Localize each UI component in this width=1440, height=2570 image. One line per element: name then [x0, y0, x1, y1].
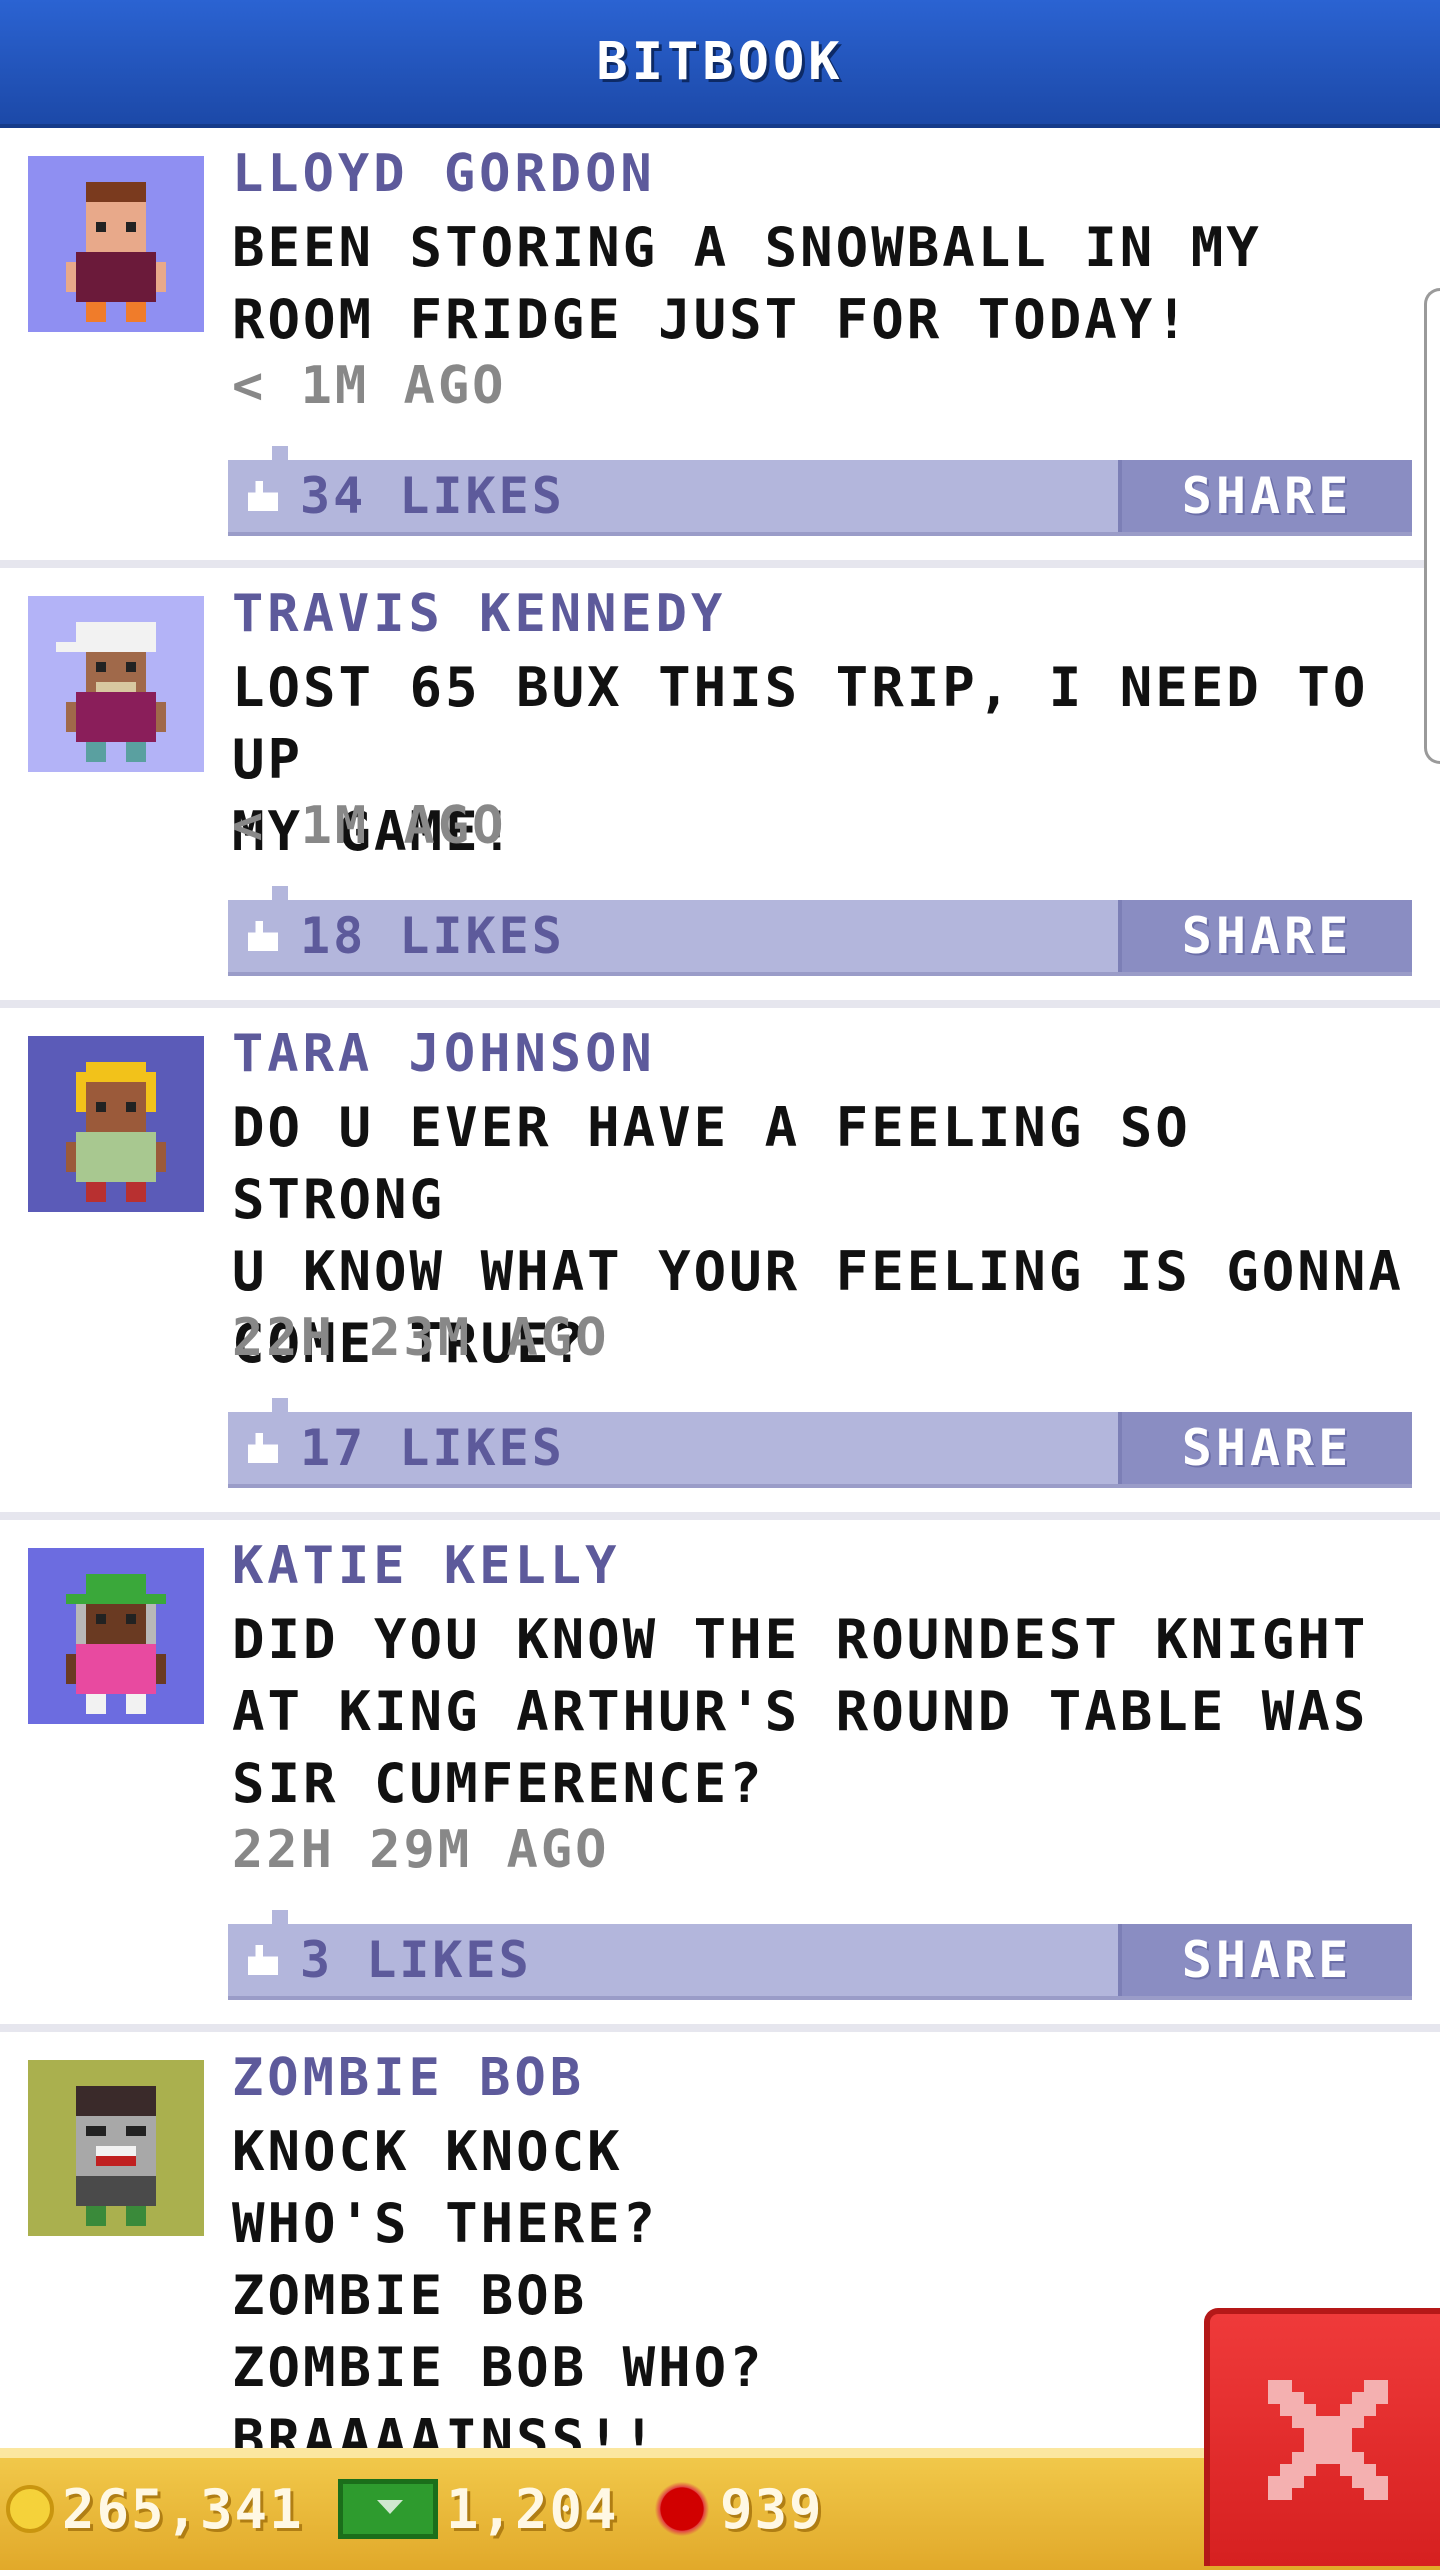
character-sprite-icon — [66, 182, 166, 322]
share-button[interactable]: SHARE — [1118, 1924, 1412, 1996]
coin-icon — [6, 2485, 54, 2533]
post-feed[interactable]: LLOYD GORDON BEEN STORING A SNOWBALL IN … — [0, 128, 1440, 2448]
gems-value: 939 — [720, 2477, 824, 2541]
like-button[interactable]: 3 LIKES — [244, 1924, 532, 1996]
post-timestamp: 22H 23M AGO — [232, 1308, 610, 1368]
share-button[interactable]: SHARE — [1118, 1412, 1412, 1484]
post-card: LLOYD GORDON BEEN STORING A SNOWBALL IN … — [0, 128, 1440, 568]
like-bar: 34 LIKES SHARE — [228, 446, 1412, 536]
post-message: BEEN STORING A SNOWBALL IN MY ROOM FRIDG… — [232, 216, 1262, 351]
post-card: KATIE KELLY DID YOU KNOW THE ROUNDEST KN… — [0, 1520, 1440, 2032]
post-author[interactable]: TARA JOHNSON — [232, 1024, 656, 1084]
post-author[interactable]: ZOMBIE BOB — [232, 2048, 585, 2108]
coins-counter: 265,341 — [6, 2458, 304, 2560]
post-message: DID YOU KNOW THE ROUNDEST KNIGHT AT KING… — [232, 1608, 1369, 1815]
thumbs-up-icon — [248, 481, 278, 511]
post-timestamp: < 1M AGO — [232, 796, 507, 856]
character-sprite-icon — [66, 1062, 166, 1202]
post-timestamp: 22H 29M AGO — [232, 1820, 610, 1880]
scrollbar[interactable] — [1424, 288, 1440, 764]
like-button[interactable]: 17 LIKES — [244, 1412, 565, 1484]
cash-icon — [338, 2479, 438, 2539]
like-button[interactable]: 18 LIKES — [244, 900, 565, 972]
like-count: 3 LIKES — [300, 1931, 532, 1989]
avatar[interactable] — [28, 156, 204, 332]
post-author[interactable]: TRAVIS KENNEDY — [232, 584, 726, 644]
post-card: TARA JOHNSON DO U EVER HAVE A FEELING SO… — [0, 1008, 1440, 1520]
avatar[interactable] — [28, 596, 204, 772]
close-button[interactable] — [1204, 2308, 1440, 2566]
like-bar-nub — [272, 1398, 288, 1412]
share-button[interactable]: SHARE — [1118, 460, 1412, 532]
character-sprite-icon — [66, 1574, 166, 1714]
bux-value: 1,204 — [446, 2477, 619, 2541]
gems-counter: 939 — [652, 2458, 824, 2560]
bux-counter: 1,204 — [338, 2458, 619, 2560]
like-button[interactable]: 34 LIKES — [244, 460, 565, 532]
like-bar: 18 LIKES SHARE — [228, 886, 1412, 976]
like-bar-nub — [272, 886, 288, 900]
post-author[interactable]: LLOYD GORDON — [232, 144, 656, 204]
zombie-sprite-icon — [76, 2086, 156, 2226]
like-bar-nub — [272, 1910, 288, 1924]
header-title: BITBOOK — [596, 32, 844, 92]
character-sprite-icon — [56, 622, 166, 762]
thumbs-up-icon — [248, 921, 278, 951]
avatar[interactable] — [28, 1036, 204, 1212]
like-count: 34 LIKES — [300, 467, 565, 525]
app-header: BITBOOK — [0, 0, 1440, 128]
post-author[interactable]: KATIE KELLY — [232, 1536, 620, 1596]
like-bar: 3 LIKES SHARE — [228, 1910, 1412, 2000]
close-icon — [1268, 2380, 1388, 2500]
like-count: 17 LIKES — [300, 1419, 565, 1477]
post-card: TRAVIS KENNEDY LOST 65 BUX THIS TRIP, I … — [0, 568, 1440, 1008]
thumbs-up-icon — [248, 1433, 278, 1463]
avatar[interactable] — [28, 2060, 204, 2236]
avatar[interactable] — [28, 1548, 204, 1724]
post-timestamp: < 1M AGO — [232, 356, 507, 416]
gem-icon — [652, 2479, 712, 2539]
like-bar: 17 LIKES SHARE — [228, 1398, 1412, 1488]
share-button[interactable]: SHARE — [1118, 900, 1412, 972]
thumbs-up-icon — [248, 1945, 278, 1975]
like-bar-nub — [272, 446, 288, 460]
coins-value: 265,341 — [62, 2477, 304, 2541]
like-count: 18 LIKES — [300, 907, 565, 965]
